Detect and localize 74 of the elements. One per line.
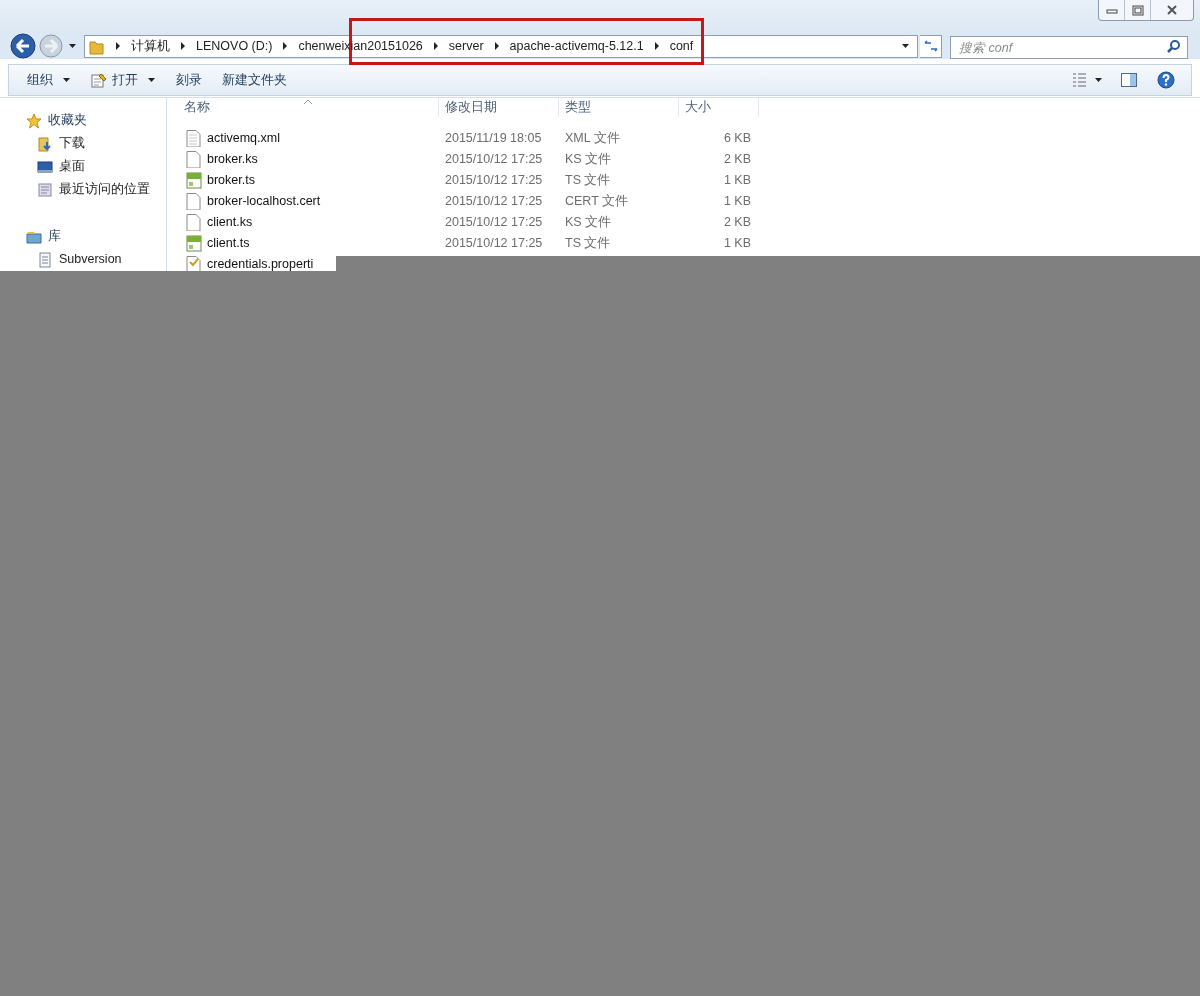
help-button[interactable]	[1157, 71, 1175, 89]
file-size: 2 KB	[722, 213, 751, 231]
dropdown-caret-icon[interactable]	[902, 43, 910, 49]
certificate-file-icon	[186, 171, 202, 189]
column-header[interactable]: 大小	[679, 98, 759, 117]
column-header[interactable]: 修改日期	[439, 98, 559, 117]
breadcrumb-item[interactable]: apache-activemq-5.12.1	[509, 36, 644, 56]
file-icon	[186, 150, 202, 168]
list-view-icon	[1072, 72, 1087, 88]
column-header[interactable]: 类型	[559, 98, 679, 117]
toolbar-button[interactable]: 组织	[17, 68, 81, 92]
toolbar-button[interactable]: 打开	[81, 68, 166, 92]
file-type: KS 文件	[564, 213, 613, 231]
file-size: 1 KB	[722, 171, 751, 189]
search-field[interactable]: 搜索 conf	[950, 36, 1188, 59]
file-name[interactable]: broker-localhost.cert	[207, 191, 321, 211]
file-name[interactable]: credentials.properti	[207, 254, 314, 271]
toolbar-button[interactable]: 新建文件夹	[212, 68, 297, 92]
breadcrumb-arrow-icon[interactable]	[115, 42, 121, 50]
file-name[interactable]: activemq.xml	[207, 128, 280, 148]
modified-date: 2015/11/19 18:05	[444, 129, 543, 147]
caret-icon	[1095, 77, 1103, 83]
modified-date: 2015/10/12 17:25	[444, 213, 544, 231]
file-name[interactable]: client.ts	[207, 233, 250, 253]
file-type: TS 文件	[564, 171, 612, 189]
file-type: CERT 文件	[564, 192, 630, 210]
breadcrumb-item[interactable]: server	[448, 36, 484, 56]
column-header[interactable]: 名称	[167, 98, 439, 117]
modified-date: 2015/10/12 17:25	[444, 150, 544, 168]
breadcrumb-item[interactable]: LENOVO (D:)	[196, 36, 273, 56]
sidebar-item[interactable]: 下载	[26, 132, 166, 155]
breadcrumb-arrow-icon[interactable]	[282, 42, 289, 50]
refresh-button[interactable]	[920, 34, 942, 58]
sidebar-item[interactable]: 最近访问的位置	[26, 178, 166, 201]
file-name[interactable]: broker.ks	[207, 149, 258, 169]
search-icon	[1166, 38, 1180, 53]
breadcrumb-arrow-icon[interactable]	[653, 42, 660, 50]
modified-date: 2015/10/12 17:25	[444, 234, 544, 252]
star-icon	[26, 112, 42, 129]
preview-pane-button[interactable]	[1121, 73, 1137, 87]
back-button[interactable]	[10, 33, 36, 59]
text-file-icon	[186, 129, 202, 147]
refresh-icon	[922, 38, 939, 54]
breadcrumb-arrow-icon[interactable]	[180, 42, 186, 50]
document-icon	[37, 251, 53, 268]
notepad-icon	[91, 72, 107, 88]
file-name[interactable]: broker.ts	[207, 170, 255, 190]
file-size: 1 KB	[722, 234, 751, 252]
file-type: XML 文件	[564, 129, 621, 147]
sidebar-group[interactable]: 库	[26, 225, 166, 248]
folder-arrow-icon	[37, 135, 53, 152]
sidebar-item[interactable]: Subversion	[26, 248, 166, 271]
sidebar-group[interactable]: 收藏夹	[26, 109, 166, 132]
view-button[interactable]	[1072, 72, 1103, 88]
file-type: TS 文件	[564, 234, 612, 252]
breadcrumb-arrow-icon[interactable]	[493, 42, 500, 50]
monitor-icon	[37, 158, 53, 175]
modified-date: 2015/10/12 17:25	[444, 171, 544, 189]
history-caret-icon[interactable]	[69, 43, 77, 49]
toolbar-button[interactable]: 刻录	[166, 68, 212, 92]
breadcrumb-item[interactable]: 计算机	[131, 36, 170, 56]
file-size: 2 KB	[722, 150, 751, 168]
breadcrumb-arrow-icon[interactable]	[432, 42, 439, 50]
certificate-file-icon	[186, 234, 202, 252]
file-name[interactable]: client.ks	[207, 212, 253, 232]
breadcrumb-item[interactable]: conf	[669, 36, 694, 56]
file-size: 1 KB	[722, 192, 751, 210]
document-icon	[37, 181, 53, 198]
file-size: 6 KB	[722, 129, 751, 147]
file-icon	[186, 192, 202, 210]
sidebar-item[interactable]: 桌面	[26, 155, 166, 178]
modified-date: 2015/10/12 17:25	[444, 192, 544, 210]
file-type: KS 文件	[564, 150, 613, 168]
file-icon	[186, 213, 202, 231]
